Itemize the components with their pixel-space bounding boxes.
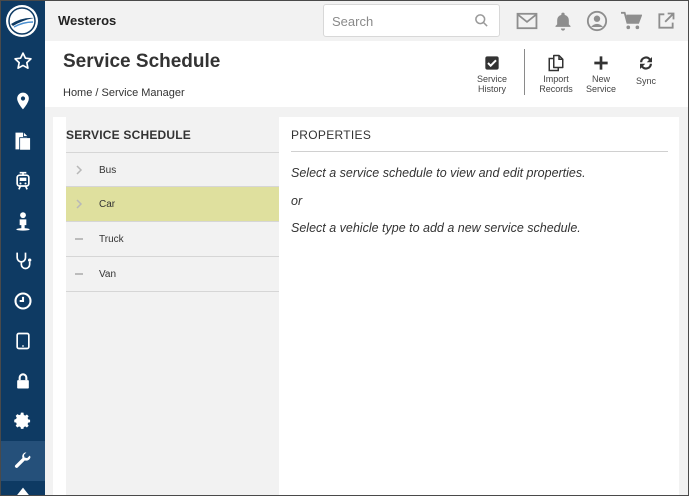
- top-bar: Westeros: [45, 0, 689, 41]
- sidebar-item-health[interactable]: [0, 241, 45, 281]
- sidebar-item-devices[interactable]: [0, 321, 45, 361]
- service-schedule-pane: SERVICE SCHEDULE Bus Car Truck Van: [66, 117, 279, 496]
- app-logo[interactable]: [6, 5, 38, 37]
- tablet-icon: [15, 332, 30, 350]
- sync-button[interactable]: Sync: [621, 52, 671, 86]
- service-history-label-1: Service: [476, 74, 507, 84]
- list-item-car[interactable]: Car: [66, 187, 279, 222]
- search-box[interactable]: [323, 4, 500, 37]
- properties-or: or: [291, 194, 303, 208]
- properties-message-1: Select a service schedule to view and ed…: [291, 166, 586, 180]
- list-item-van[interactable]: Van: [66, 257, 279, 292]
- sync-icon: [640, 56, 652, 70]
- mail-icon[interactable]: [516, 10, 538, 32]
- breadcrumb[interactable]: Home / Service Manager: [63, 87, 185, 99]
- tram-icon: [15, 171, 30, 190]
- properties-message-2: Select a vehicle type to add a new servi…: [291, 221, 581, 235]
- stethoscope-icon: [15, 252, 31, 270]
- list-item-label: Truck: [99, 234, 124, 245]
- copy-documents-icon: [548, 54, 564, 72]
- import-records-label-1: Import: [543, 74, 569, 84]
- bell-icon[interactable]: [552, 10, 574, 32]
- external-link-icon[interactable]: [655, 10, 677, 32]
- page-header: Service Schedule Home / Service Manager …: [45, 41, 689, 107]
- search-icon[interactable]: [474, 13, 489, 33]
- gear-icon: [13, 412, 30, 429]
- new-service-label-2: Service: [585, 84, 616, 94]
- new-service-button[interactable]: New Service: [576, 52, 626, 94]
- service-schedule-title: SERVICE SCHEDULE: [66, 128, 192, 142]
- star-icon: [13, 52, 32, 69]
- sidebar-item-documents[interactable]: [0, 121, 45, 161]
- checkbox-checked-icon: [485, 56, 499, 70]
- logo-swoosh-icon: [8, 7, 36, 35]
- service-history-label-2: History: [477, 84, 506, 94]
- person-icon: [15, 212, 30, 231]
- documents-icon: [15, 132, 31, 151]
- sidebar-item-transit[interactable]: [0, 161, 45, 201]
- chevron-right-icon[interactable]: [74, 165, 84, 175]
- cart-icon[interactable]: [620, 10, 642, 32]
- dash-icon: [74, 234, 84, 244]
- import-records-label-2: Records: [539, 84, 573, 94]
- service-history-button[interactable]: Service History: [467, 52, 517, 94]
- page-title: Service Schedule: [63, 51, 221, 72]
- sidebar-item-history[interactable]: [0, 281, 45, 321]
- properties-divider: [291, 151, 668, 152]
- search-input[interactable]: [332, 12, 462, 30]
- properties-title: PROPERTIES: [291, 128, 372, 142]
- sidebar-item-settings[interactable]: [0, 401, 45, 441]
- sidebar-item-more[interactable]: [0, 481, 45, 496]
- main-panel: SERVICE SCHEDULE Bus Car Truck Van PROPE…: [53, 117, 679, 496]
- app-name: Westeros: [58, 13, 117, 28]
- lock-icon: [16, 373, 29, 389]
- sidebar-item-service-manager[interactable]: [0, 441, 45, 481]
- location-pin-icon: [16, 92, 29, 110]
- list-item-label: Car: [99, 199, 116, 210]
- user-icon[interactable]: [586, 10, 608, 32]
- vehicle-type-list: Bus Car Truck Van: [66, 152, 279, 292]
- import-records-button[interactable]: Import Records: [531, 52, 581, 94]
- list-item-bus[interactable]: Bus: [66, 152, 279, 187]
- list-item-label: Van: [99, 269, 117, 280]
- plus-icon: [594, 56, 608, 70]
- wrench-icon: [14, 452, 31, 468]
- sidebar-item-locations[interactable]: [0, 81, 45, 121]
- sync-label: Sync: [635, 76, 656, 86]
- sidebar-item-people[interactable]: [0, 201, 45, 241]
- sidebar-item-favorites[interactable]: [0, 41, 45, 81]
- chevron-right-icon[interactable]: [74, 199, 84, 209]
- list-item-truck[interactable]: Truck: [66, 222, 279, 257]
- list-item-label: Bus: [99, 165, 117, 176]
- properties-pane: PROPERTIES Select a service schedule to …: [291, 117, 668, 496]
- sidebar-item-security[interactable]: [0, 361, 45, 401]
- toolbar-divider: [524, 49, 525, 95]
- sidebar: [0, 0, 45, 496]
- dash-icon: [74, 269, 84, 279]
- clock-icon: [13, 292, 32, 310]
- partial-icon: [15, 487, 30, 496]
- new-service-label-1: New: [591, 74, 610, 84]
